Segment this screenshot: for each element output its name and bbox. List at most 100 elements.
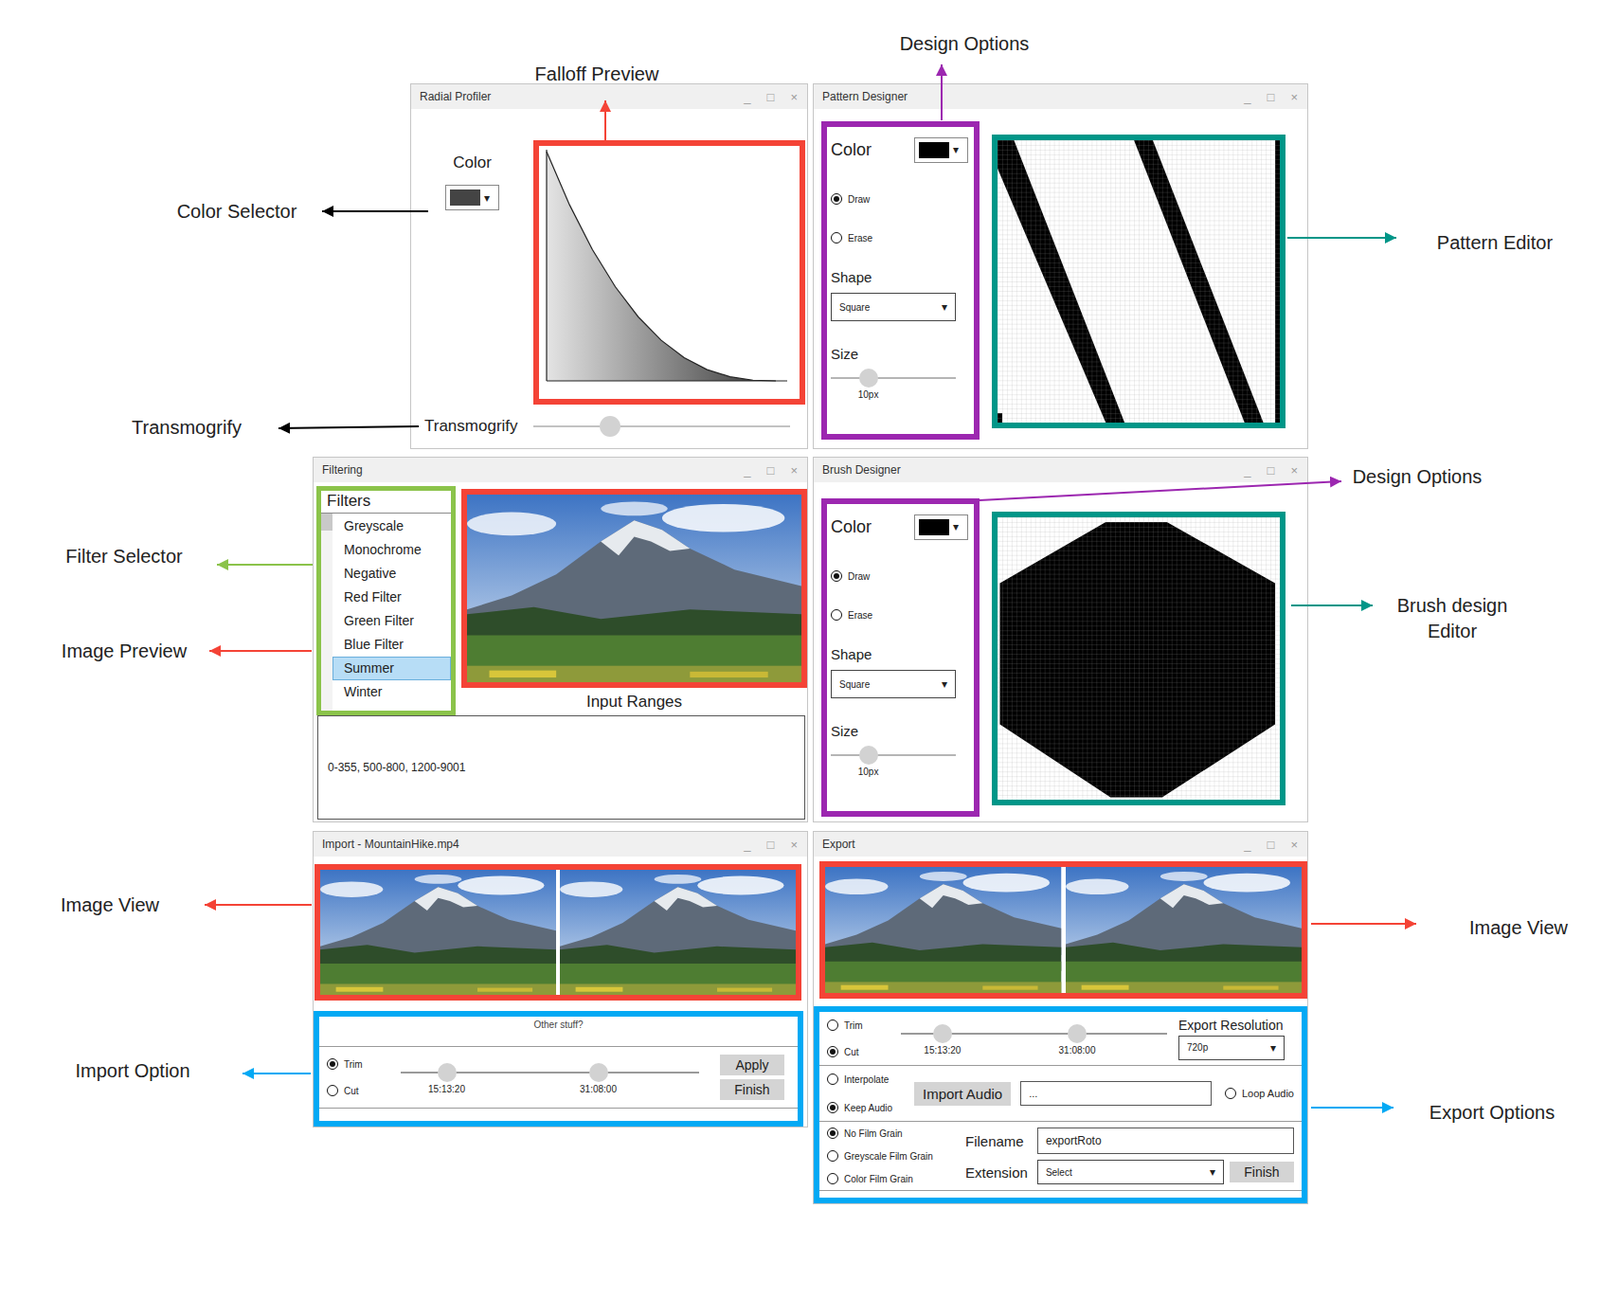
window-control-button[interactable]: □ — [1267, 463, 1276, 478]
window-control-button[interactable]: × — [790, 463, 798, 478]
transmogrify-slider[interactable] — [533, 414, 791, 438]
filter-item[interactable]: Blue Filter — [332, 632, 451, 657]
window-control-button[interactable]: _ — [1243, 837, 1251, 852]
window-control-button[interactable]: _ — [743, 837, 751, 852]
window-control-button[interactable]: × — [1290, 837, 1298, 852]
mode-radio[interactable]: Cut — [826, 1043, 890, 1060]
slider-thumb[interactable] — [859, 745, 879, 765]
film-grain-radio[interactable]: Greyscale Film Grain — [826, 1148, 953, 1164]
export-options: TrimCut15:13:2031:08:00Export Resolution… — [813, 1006, 1308, 1204]
radio-button-icon — [830, 609, 843, 621]
action-button[interactable]: Finish — [719, 1078, 785, 1100]
file-settings: FilenameexportRotoExtensionSelect▾Finish — [965, 1127, 1295, 1185]
window-control-button[interactable]: _ — [1243, 89, 1251, 105]
slider-thumb[interactable] — [599, 415, 621, 437]
window-title: Filtering — [322, 463, 363, 477]
y-axis — [545, 149, 547, 381]
filter-item[interactable]: Red Filter — [332, 585, 451, 610]
scroll-thumb[interactable] — [321, 513, 333, 531]
window-control-button[interactable]: _ — [743, 89, 751, 105]
mode-radio[interactable]: Erase — [830, 607, 969, 623]
radio-label: Cut — [844, 1046, 860, 1058]
extension-select[interactable]: Select▾ — [1037, 1159, 1224, 1185]
slider-track — [830, 377, 956, 379]
range-end-thumb[interactable] — [1067, 1024, 1087, 1043]
color-dropdown[interactable]: ▾ — [914, 137, 969, 163]
color-dropdown[interactable]: ▾ — [445, 184, 500, 211]
finish-button[interactable]: Finish — [1229, 1161, 1295, 1183]
resolution-select[interactable]: 720p▾ — [1178, 1035, 1285, 1061]
window-controls: _ □ × — [1243, 463, 1298, 478]
mode-radio[interactable]: Keep Audio — [826, 1099, 905, 1115]
range-start-thumb[interactable] — [437, 1062, 457, 1082]
filtering-window: Filtering _ □ × FiltersGreyscaleMonochromeNe… — [312, 456, 809, 823]
window-control-button[interactable]: × — [790, 837, 798, 852]
range-end-thumb[interactable] — [589, 1062, 609, 1082]
color-label: Color — [830, 517, 872, 538]
image-preview — [461, 488, 808, 688]
filter-item[interactable]: Negative — [332, 561, 451, 586]
radio-button-icon — [326, 1084, 339, 1097]
extension-row: Select▾Finish — [1037, 1159, 1295, 1185]
mode-radio[interactable]: Erase — [830, 230, 969, 246]
mode-radio[interactable]: Trim — [826, 1017, 890, 1033]
slider-thumb[interactable] — [859, 368, 879, 388]
filter-item[interactable]: Greyscale — [332, 514, 451, 539]
designer-window: Brush Designer_□×Color▾DrawEraseShapeSqu… — [812, 456, 1309, 823]
scrollbar[interactable] — [321, 513, 333, 711]
filter-item[interactable]: Winter — [332, 680, 451, 704]
window-title: Brush Designer — [822, 463, 901, 477]
window-control-button[interactable]: □ — [1267, 837, 1276, 852]
trim-range-slider[interactable]: 15:13:2031:08:00 — [900, 1017, 1168, 1060]
window-control-button[interactable]: × — [790, 89, 798, 105]
mode-radio[interactable]: Cut — [326, 1082, 380, 1098]
designer-window: Pattern Designer_□×Color▾DrawEraseShapeS… — [812, 83, 1309, 450]
loop-audio-radio[interactable]: Loop Audio — [1224, 1085, 1295, 1101]
window-control-button[interactable]: × — [1290, 463, 1298, 478]
input-ranges-field[interactable]: 0-355, 500-800, 1200-9001 — [317, 715, 806, 820]
filter-item[interactable]: Monochrome — [332, 538, 451, 562]
import-body: Other stuff?TrimCut15:13:2031:08:00Apply… — [313, 856, 808, 1127]
trim-range-slider[interactable]: 15:13:2031:08:00 — [400, 1056, 700, 1098]
size-slider[interactable]: 10px — [830, 746, 956, 781]
action-button[interactable]: Apply — [719, 1054, 785, 1076]
window-control-button[interactable]: × — [1290, 89, 1298, 105]
annotation-label: Color Selector — [177, 198, 298, 225]
film-grain-radio[interactable]: No Film Grain — [826, 1125, 953, 1141]
mode-radio[interactable]: Draw — [830, 568, 969, 584]
audio-file-field[interactable]: ... — [1020, 1080, 1212, 1106]
color-dropdown[interactable]: ▾ — [914, 514, 969, 540]
radio-button-icon — [830, 570, 843, 582]
window-control-button[interactable]: _ — [743, 463, 751, 478]
export-body: TrimCut15:13:2031:08:00Export Resolution… — [813, 856, 1308, 1204]
pattern-editor[interactable] — [991, 134, 1286, 429]
window-title: Radial Profiler — [419, 89, 491, 104]
mode-radio[interactable]: Trim — [326, 1056, 380, 1072]
window-control-button[interactable]: _ — [1243, 463, 1251, 478]
filter-item[interactable]: Summer — [332, 656, 451, 681]
window-control-button[interactable]: □ — [767, 89, 775, 105]
filters-header: Filters — [321, 490, 451, 514]
window-control-button[interactable]: □ — [767, 463, 775, 478]
size-slider[interactable]: 10px — [830, 369, 956, 404]
window-control-button[interactable]: □ — [1267, 89, 1276, 105]
filename-field[interactable]: exportRoto — [1037, 1127, 1295, 1154]
mode-radio[interactable]: Interpolate — [826, 1071, 905, 1087]
window-control-button[interactable]: □ — [767, 837, 775, 852]
shape-select[interactable]: Square▾ — [830, 292, 956, 322]
arrow-icon — [1287, 236, 1397, 239]
import-audio-button[interactable]: Import Audio — [914, 1081, 1011, 1106]
film-grain-radio[interactable]: Color Film Grain — [826, 1170, 953, 1187]
design-options: Color▾DrawEraseShapeSquare▾Size10px — [821, 498, 980, 817]
arrow-icon — [940, 64, 943, 121]
annotation-label: Export Options — [1429, 1099, 1555, 1126]
mode-radio[interactable]: Draw — [830, 191, 969, 207]
export-window: Export_□×TrimCut15:13:2031:08:00Export R… — [812, 830, 1309, 1205]
select-value: Select — [1045, 1167, 1073, 1178]
filter-item[interactable]: Green Filter — [332, 609, 451, 633]
brush-editor[interactable] — [991, 511, 1286, 806]
radio-button-icon — [830, 193, 843, 205]
dropdown-arrow-icon: ▾ — [952, 143, 959, 156]
range-start-thumb[interactable] — [933, 1024, 953, 1043]
shape-select[interactable]: Square▾ — [830, 669, 956, 699]
